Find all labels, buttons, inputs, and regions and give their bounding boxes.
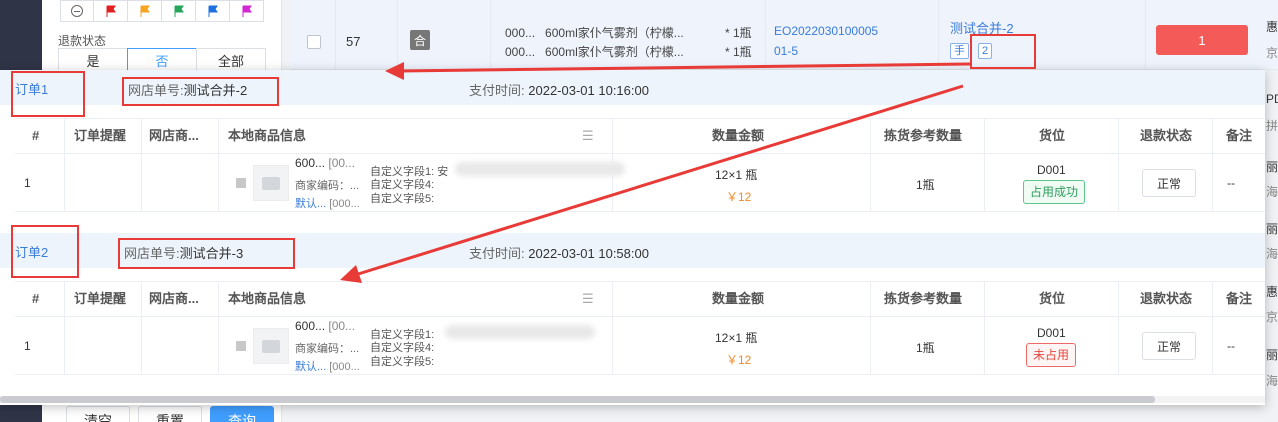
annotation-arrow-line	[354, 84, 964, 277]
annotation-arrows	[340, 62, 971, 283]
annotation-arrow-line	[399, 62, 971, 73]
annotation-arrowhead	[385, 62, 404, 80]
annotation-arrowhead	[340, 265, 362, 283]
